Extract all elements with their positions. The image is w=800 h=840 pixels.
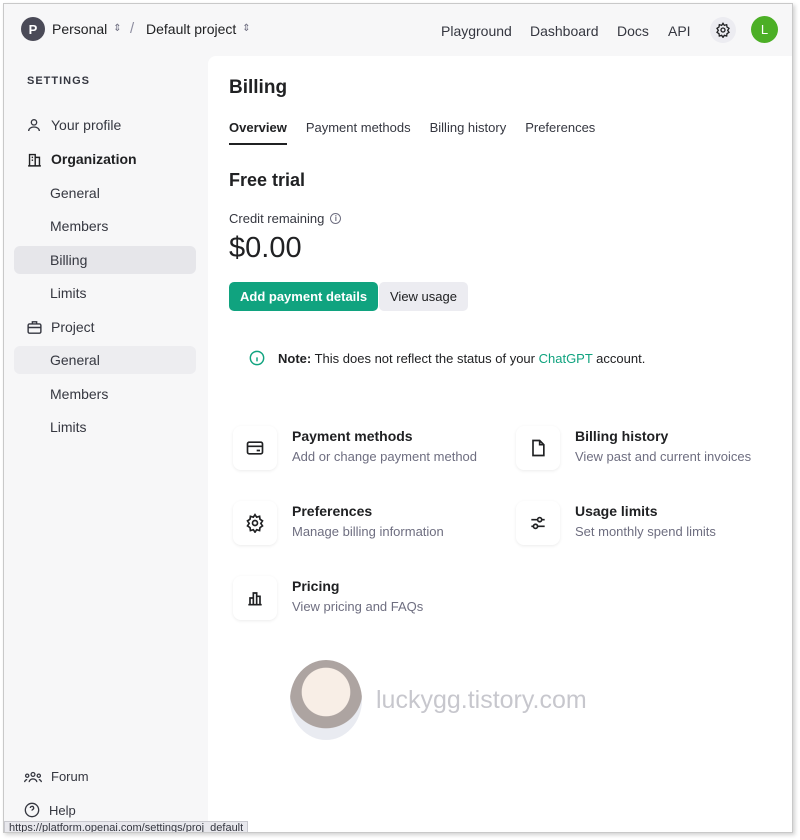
- card-title: Billing history: [575, 428, 669, 444]
- help-label: Help: [49, 802, 76, 818]
- card-billing-history[interactable]: Billing history View past and current in…: [516, 426, 751, 470]
- sidebar-item-org-members[interactable]: Members: [14, 212, 196, 240]
- card-subtitle: Manage billing information: [292, 524, 444, 539]
- info-icon[interactable]: i: [330, 213, 342, 224]
- credit-amount: $0.00: [229, 232, 302, 264]
- org-avatar[interactable]: P: [21, 17, 45, 41]
- sidebar-item-label: Members: [50, 386, 109, 402]
- document-icon: [516, 426, 560, 470]
- chatgpt-link[interactable]: ChatGPT: [539, 351, 593, 366]
- note-text: Note: This does not reflect the status o…: [278, 351, 645, 366]
- tab-payment-methods[interactable]: Payment methods: [306, 120, 411, 145]
- org-switcher[interactable]: Personal ⇕: [52, 21, 122, 37]
- sidebar-item-organization[interactable]: Organization: [14, 145, 196, 173]
- credit-label: Credit remaining i: [229, 211, 342, 226]
- card-title: Usage limits: [575, 503, 658, 519]
- sidebar-item-project-limits[interactable]: Limits: [14, 413, 196, 441]
- people-icon: [24, 771, 42, 782]
- gear-icon: [233, 501, 277, 545]
- page-title: Billing: [229, 77, 288, 98]
- sidebar-item-org-general[interactable]: General: [14, 179, 196, 207]
- tab-overview[interactable]: Overview: [229, 120, 287, 145]
- note-banner: Note: This does not reflect the status o…: [229, 334, 769, 382]
- watermark-avatar: [290, 660, 362, 740]
- breadcrumb-separator: /: [130, 20, 135, 37]
- card-title: Preferences: [292, 503, 373, 519]
- card-title: Payment methods: [292, 428, 413, 444]
- sliders-icon: [516, 501, 560, 545]
- tab-preferences[interactable]: Preferences: [525, 120, 595, 145]
- sidebar-heading: SETTINGS: [27, 75, 91, 87]
- tab-billing-history[interactable]: Billing history: [430, 120, 507, 145]
- sidebar-item-label: General: [50, 352, 100, 368]
- chevron-updown-icon: ⇕: [113, 23, 122, 34]
- top-bar: P Personal ⇕ / Default project ⇕ Playgro…: [4, 4, 792, 56]
- status-url-hint: https://platform.openai.com/settings/pro…: [4, 821, 249, 832]
- sidebar-item-project-members[interactable]: Members: [14, 380, 196, 408]
- note-prefix: Note:: [278, 350, 312, 366]
- main-panel: Billing Overview Payment methods Billing…: [208, 56, 792, 832]
- sidebar-item-your-profile[interactable]: Your profile: [14, 111, 196, 139]
- user-avatar[interactable]: L: [751, 16, 778, 43]
- user-icon: [24, 115, 44, 135]
- gear-icon: [716, 22, 730, 38]
- sidebar-item-billing[interactable]: Billing: [14, 246, 196, 274]
- note-body: This does not reflect the status of your: [311, 350, 539, 366]
- add-payment-details-button[interactable]: Add payment details: [229, 282, 379, 311]
- view-usage-button[interactable]: View usage: [379, 282, 468, 311]
- sidebar: SETTINGS Your profile Organization Gener…: [4, 56, 207, 832]
- card-title: Pricing: [292, 578, 340, 594]
- sidebar-item-label: Limits: [50, 285, 87, 301]
- note-suffix: account.: [592, 350, 646, 366]
- forum-label: Forum: [51, 769, 89, 784]
- sidebar-item-label: Organization: [51, 151, 137, 167]
- sidebar-forum-link[interactable]: Forum: [24, 769, 89, 784]
- card-subtitle: View past and current invoices: [575, 449, 752, 464]
- watermark-text: luckygg.tistory.com: [376, 685, 587, 714]
- sidebar-item-project-general[interactable]: General: [14, 346, 196, 374]
- bar-chart-icon: [233, 576, 277, 620]
- credit-label-text: Credit remaining: [229, 211, 325, 226]
- card-subtitle: Set monthly spend limits: [575, 524, 716, 539]
- sidebar-item-label: General: [50, 185, 100, 201]
- briefcase-icon: [24, 317, 44, 337]
- card-usage-limits[interactable]: Usage limits Set monthly spend limits: [516, 501, 716, 545]
- nav-playground[interactable]: Playground: [441, 23, 512, 39]
- building-icon: [24, 149, 44, 169]
- nav-docs[interactable]: Docs: [617, 23, 649, 39]
- settings-button[interactable]: [710, 17, 736, 43]
- card-icon: [233, 426, 277, 470]
- card-payment-methods[interactable]: Payment methods Add or change payment me…: [233, 426, 477, 470]
- sidebar-item-label: Members: [50, 218, 109, 234]
- project-switcher[interactable]: Default project ⇕: [146, 21, 251, 37]
- sidebar-item-label: Project: [51, 319, 95, 335]
- card-preferences[interactable]: Preferences Manage billing information: [233, 501, 444, 545]
- sidebar-help-link[interactable]: Help: [24, 802, 76, 818]
- nav-dashboard[interactable]: Dashboard: [530, 23, 599, 39]
- org-name: Personal: [52, 21, 108, 37]
- watermark: luckygg.tistory.com: [290, 660, 587, 740]
- section-title: Free trial: [229, 170, 306, 190]
- project-name: Default project: [146, 21, 237, 37]
- billing-tabs: Overview Payment methods Billing history…: [229, 120, 595, 145]
- info-circle-icon: [249, 350, 265, 366]
- sidebar-item-project[interactable]: Project: [14, 313, 196, 341]
- sidebar-item-label: Limits: [50, 419, 87, 435]
- sidebar-item-org-limits[interactable]: Limits: [14, 279, 196, 307]
- app-window: P Personal ⇕ / Default project ⇕ Playgro…: [3, 3, 793, 833]
- chevron-updown-icon: ⇕: [242, 23, 251, 34]
- sidebar-item-label: Your profile: [51, 117, 122, 133]
- help-icon: [24, 802, 40, 818]
- card-subtitle: Add or change payment method: [292, 449, 478, 464]
- sidebar-item-label: Billing: [50, 252, 88, 268]
- nav-api[interactable]: API: [668, 23, 691, 39]
- card-pricing[interactable]: Pricing View pricing and FAQs: [233, 576, 423, 620]
- card-subtitle: View pricing and FAQs: [292, 599, 424, 614]
